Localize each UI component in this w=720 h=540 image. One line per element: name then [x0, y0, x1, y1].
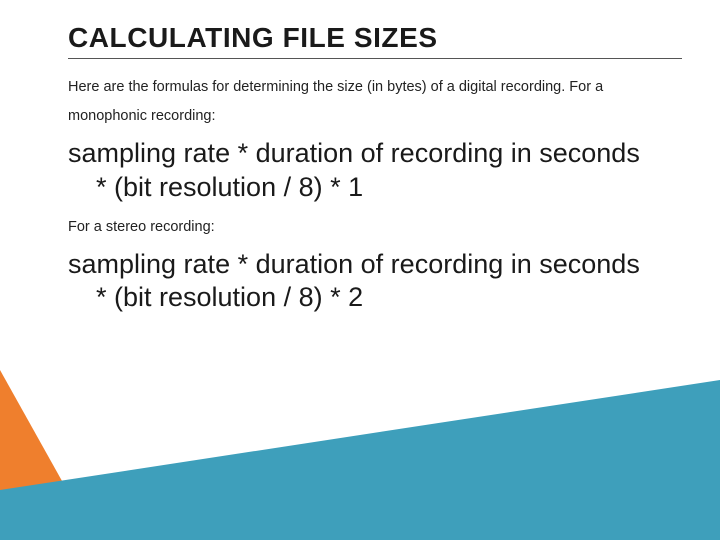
orange-triangle-decor	[0, 370, 95, 540]
formula-mono-line1: sampling rate * duration of recording in…	[68, 138, 640, 168]
title-underline	[68, 58, 682, 59]
teal-wedge-decor	[0, 340, 720, 540]
formula-mono-line2: * (bit resolution / 8) * 1	[68, 171, 682, 205]
slide-content: CALCULATING FILE SIZES Here are the form…	[0, 0, 720, 315]
formula-stereo: sampling rate * duration of recording in…	[68, 248, 682, 316]
slide: CALCULATING FILE SIZES Here are the form…	[0, 0, 720, 540]
intro-text: Here are the formulas for determining th…	[68, 73, 682, 131]
formula-mono: sampling rate * duration of recording in…	[68, 137, 682, 205]
formula-stereo-line2: * (bit resolution / 8) * 2	[68, 281, 682, 315]
formula-stereo-line1: sampling rate * duration of recording in…	[68, 249, 640, 279]
page-title: CALCULATING FILE SIZES	[68, 22, 682, 54]
stereo-label: For a stereo recording:	[68, 213, 682, 242]
